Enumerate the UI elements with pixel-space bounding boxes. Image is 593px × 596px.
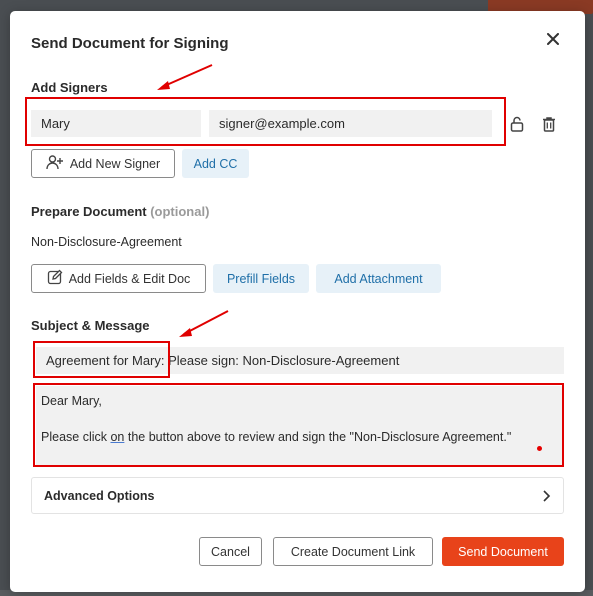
advanced-options-toggle[interactable]: Advanced Options bbox=[31, 477, 564, 514]
prefill-fields-button[interactable]: Prefill Fields bbox=[213, 264, 309, 293]
subject-input[interactable]: Agreement for Mary: Please sign: Non-Dis… bbox=[36, 347, 564, 374]
prepare-document-title: Prepare Document (optional) bbox=[31, 204, 209, 219]
lock-icon[interactable] bbox=[508, 115, 526, 133]
signer-email-input[interactable]: signer@example.com bbox=[209, 110, 492, 137]
send-document-button[interactable]: Send Document bbox=[442, 537, 564, 566]
resize-grip-icon[interactable] bbox=[553, 457, 561, 506]
add-new-signer-button[interactable]: Add New Signer bbox=[31, 149, 175, 178]
create-document-link-button[interactable]: Create Document Link bbox=[273, 537, 433, 566]
advanced-options-label: Advanced Options bbox=[44, 488, 155, 503]
signer-name-input[interactable]: Mary bbox=[31, 110, 201, 137]
prepare-document-label: Prepare Document bbox=[31, 204, 147, 219]
close-icon[interactable] bbox=[547, 33, 561, 47]
message-greeting: Dear Mary, bbox=[41, 394, 102, 408]
message-body-suffix: the button above to review and sign the … bbox=[124, 430, 512, 444]
add-new-signer-label: Add New Signer bbox=[69, 156, 161, 171]
add-cc-button[interactable]: Add CC bbox=[182, 149, 249, 178]
message-body-on: on bbox=[110, 430, 125, 444]
add-attachment-button[interactable]: Add Attachment bbox=[316, 264, 441, 293]
document-name: Non-Disclosure-Agreement bbox=[31, 235, 182, 249]
add-fields-label: Add Fields & Edit Doc bbox=[68, 271, 191, 286]
modal-title: Send Document for Signing bbox=[31, 35, 229, 52]
chevron-right-icon bbox=[543, 489, 551, 502]
optional-label: (optional) bbox=[150, 204, 210, 219]
add-fields-edit-doc-button[interactable]: Add Fields & Edit Doc bbox=[31, 264, 206, 293]
trash-icon[interactable] bbox=[540, 115, 558, 133]
message-body-prefix: Please click bbox=[41, 430, 111, 444]
cursor-dot bbox=[537, 446, 542, 451]
subject-message-title: Subject & Message bbox=[31, 318, 150, 333]
cancel-button[interactable]: Cancel bbox=[199, 537, 262, 566]
message-textarea[interactable]: Dear Mary, Please click on the button ab… bbox=[36, 386, 562, 506]
add-signers-title: Add Signers bbox=[31, 80, 108, 95]
add-user-icon bbox=[46, 154, 64, 173]
send-document-modal: Send Document for Signing Add Signers Ma… bbox=[10, 11, 585, 592]
edit-icon bbox=[47, 269, 63, 288]
